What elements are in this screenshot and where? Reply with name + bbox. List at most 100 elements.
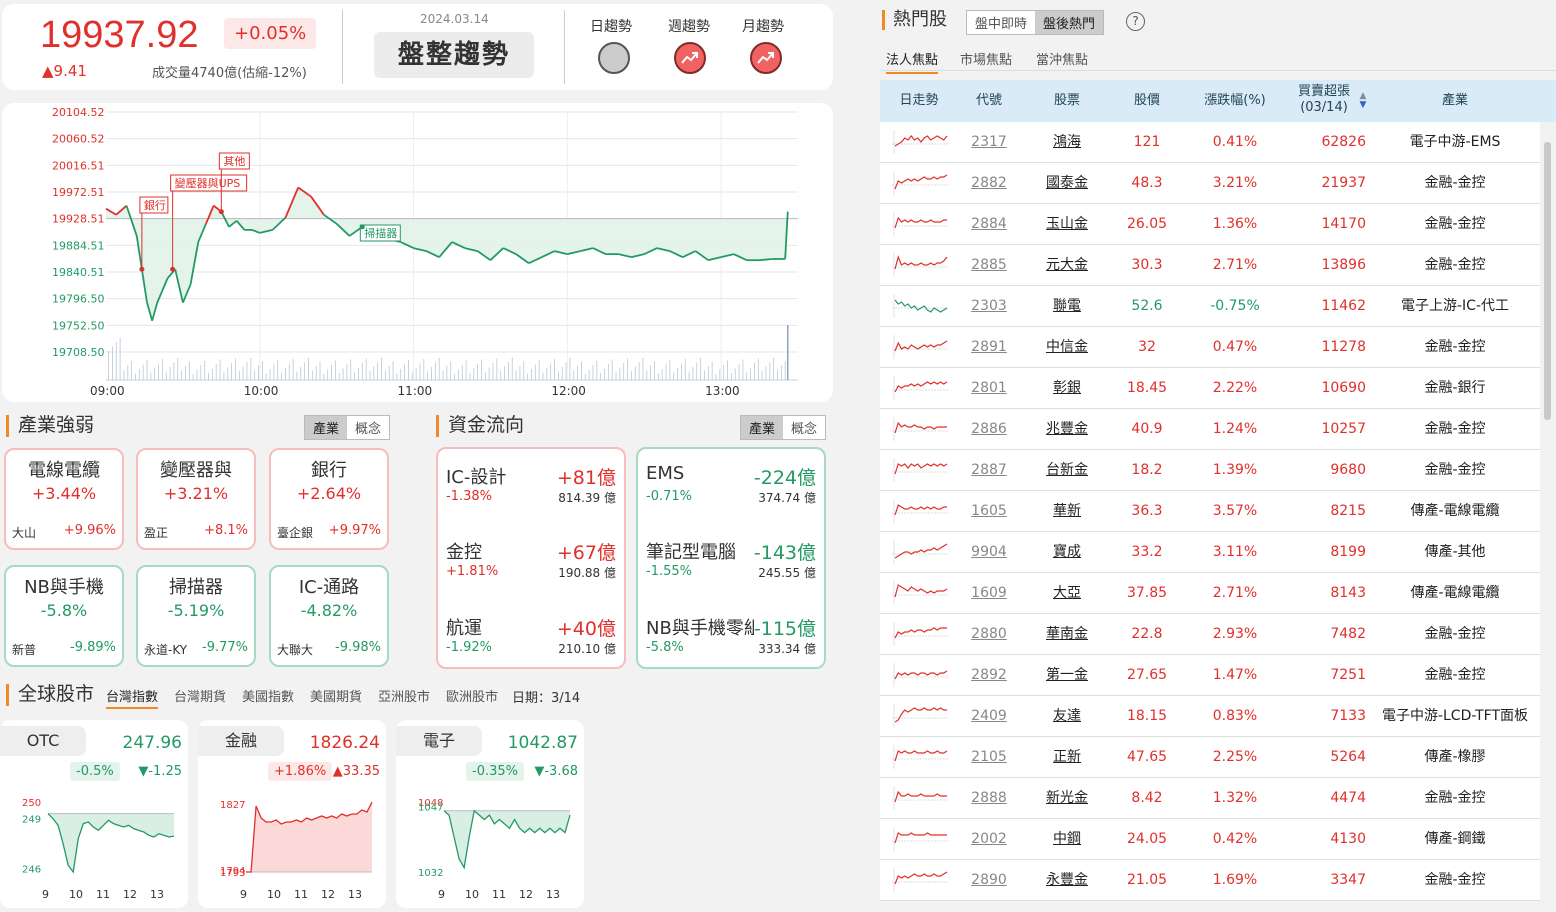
flow-seg-concept[interactable]: 概念 — [783, 416, 826, 439]
stock-name[interactable]: 友達 — [1024, 696, 1110, 736]
table-row[interactable]: 2886 兆豐金 40.9 1.24% 10257 金融-金控 — [880, 409, 1540, 450]
table-row[interactable]: 2882 國泰金 48.3 3.21% 21937 金融-金控 — [880, 163, 1540, 204]
tab-us-index[interactable]: 美國指數 — [242, 686, 294, 705]
industry-card[interactable]: 電線電纜 +3.44% 大山 +9.96% — [4, 448, 124, 550]
stock-industry: 傳產-鋼鐵 — [1424, 831, 1486, 847]
table-row[interactable]: 2885 元大金 30.3 2.71% 13896 金融-金控 — [880, 245, 1540, 286]
industry-seg-concept[interactable]: 概念 — [347, 416, 390, 439]
industry-card[interactable]: 變壓器與 +3.21% 盈正 +8.1% — [136, 448, 256, 550]
stock-name[interactable]: 中信金 — [1024, 327, 1110, 367]
flow-seg-industry[interactable]: 產業 — [741, 416, 784, 439]
tab-daytrade[interactable]: 當沖焦點 — [1036, 49, 1088, 68]
sparkline-line — [894, 421, 947, 434]
stock-code[interactable]: 2409 — [958, 696, 1020, 736]
industry-card[interactable]: IC-通路 -4.82% 大聯大 -9.98% — [269, 565, 389, 667]
stock-code[interactable]: 2887 — [958, 450, 1020, 490]
stock-name[interactable]: 寶成 — [1024, 532, 1110, 572]
stock-code[interactable]: 2880 — [958, 614, 1020, 654]
stock-code[interactable]: 2891 — [958, 327, 1020, 367]
tab-market[interactable]: 市場焦點 — [960, 49, 1012, 68]
tab-europe[interactable]: 歐洲股市 — [446, 686, 498, 705]
tab-us-futures[interactable]: 美國期貨 — [310, 686, 362, 705]
table-row[interactable]: 1609 大亞 37.85 2.71% 8143 傳產-電線電纜 — [880, 573, 1540, 614]
stock-code[interactable]: 2801 — [958, 368, 1020, 408]
industry-seg-industry[interactable]: 產業 — [305, 416, 348, 439]
stock-name[interactable]: 永豐金 — [1024, 860, 1110, 900]
scrollbar[interactable] — [1544, 142, 1551, 420]
outflow-card[interactable]: EMS -224億 -0.71% 374.74 億 筆記型電腦 -143億 -1… — [636, 447, 826, 669]
table-row[interactable]: 2880 華南金 22.8 2.93% 7482 金融-金控 — [880, 614, 1540, 655]
table-row[interactable]: 2303 聯電 52.6 -0.75% 11462 電子上游-IC-代工 — [880, 286, 1540, 327]
stock-code[interactable]: 2303 — [958, 286, 1020, 326]
stock-code[interactable]: 2886 — [958, 409, 1020, 449]
table-row[interactable]: 2409 友達 18.15 0.83% 7133 電子中游-LCD-TFT面板 — [880, 696, 1540, 737]
col-net[interactable]: 買賣超張 (03/14) — [1286, 84, 1362, 126]
stock-code[interactable]: 2317 — [958, 122, 1020, 162]
sort-arrows-icon[interactable]: ▲ ▼ — [1356, 92, 1370, 110]
table-row[interactable]: 2884 玉山金 26.05 1.36% 14170 金融-金控 — [880, 204, 1540, 245]
hot-seg-afterhours[interactable]: 盤後熱門 — [1035, 11, 1104, 34]
stock-code[interactable]: 2892 — [958, 655, 1020, 695]
stock-code[interactable]: 2890 — [958, 860, 1020, 900]
table-row[interactable]: 2892 第一金 27.65 1.47% 7251 金融-金控 — [880, 655, 1540, 696]
sparkline — [892, 540, 948, 564]
tab-tw-futures[interactable]: 台灣期貨 — [174, 686, 226, 705]
stock-name[interactable]: 華新 — [1024, 491, 1110, 531]
table-row[interactable]: 2801 彰銀 18.45 2.22% 10690 金融-銀行 — [880, 368, 1540, 409]
flow-name: NB與手機零組件 — [646, 618, 764, 639]
stock-code[interactable]: 1609 — [958, 573, 1020, 613]
table-row[interactable]: 1605 華新 36.3 3.57% 8215 傳產-電線電纜 — [880, 491, 1540, 532]
hot-seg-realtime[interactable]: 盤中即時 — [967, 11, 1036, 34]
stock-code[interactable]: 1605 — [958, 491, 1020, 531]
sparkline-line — [894, 543, 948, 559]
stock-name[interactable]: 第一金 — [1024, 655, 1110, 695]
industry-card[interactable]: 銀行 +2.64% 臺企銀 +9.97% — [269, 448, 389, 550]
stock-code[interactable]: 2105 — [958, 737, 1020, 777]
table-row[interactable]: 2888 新光金 8.42 1.32% 4474 金融-金控 — [880, 778, 1540, 819]
stock-name[interactable]: 華南金 — [1024, 614, 1110, 654]
index-card[interactable]: 電子 1042.87 -0.35% ▼-3.68 1048 1047 1032 9 10 11 12… — [396, 720, 584, 908]
stock-name[interactable]: 大亞 — [1024, 573, 1110, 613]
annotation-label: 掃描器 — [364, 226, 397, 240]
index-card[interactable]: OTC 247.96 -0.5% ▼-1.25 250 249 246 9 10 11 12 13 — [0, 720, 188, 908]
stock-code[interactable]: 2882 — [958, 163, 1020, 203]
stock-code[interactable]: 2002 — [958, 819, 1020, 859]
stock-code[interactable]: 2884 — [958, 204, 1020, 244]
stock-name[interactable]: 國泰金 — [1024, 163, 1110, 203]
stock-code[interactable]: 2888 — [958, 778, 1020, 818]
industry-card[interactable]: 掃描器 -5.19% 永道-KY -9.77% — [136, 565, 256, 667]
col-code: 代號 — [975, 93, 1002, 108]
table-row[interactable]: 2105 正新 47.65 2.25% 5264 傳產-橡膠 — [880, 737, 1540, 778]
stock-name[interactable]: 正新 — [1024, 737, 1110, 777]
table-row[interactable]: 2317 鴻海 121 0.41% 62826 電子中游-EMS — [880, 122, 1540, 163]
col-net-label: 買賣超張 — [1297, 84, 1350, 99]
stock-name[interactable]: 兆豐金 — [1024, 409, 1110, 449]
industry-card[interactable]: NB與手機 -5.8% 新普 -9.89% — [4, 565, 124, 667]
stock-name[interactable]: 中鋼 — [1024, 819, 1110, 859]
stock-code[interactable]: 9904 — [958, 532, 1020, 572]
y-tick-label: 1032 — [418, 868, 443, 879]
stock-name[interactable]: 聯電 — [1024, 286, 1110, 326]
index-card[interactable]: 金融 1826.24 +1.86% ▲33.35 1827 1794 1793 9 10 11 12… — [198, 720, 386, 908]
stock-price: 40.9 — [1131, 421, 1163, 437]
help-icon[interactable]: ? — [1126, 12, 1145, 31]
net-buy: 8215 — [1330, 503, 1366, 519]
stock-name[interactable]: 玉山金 — [1024, 204, 1110, 244]
stock-name[interactable]: 鴻海 — [1024, 122, 1110, 162]
stock-name[interactable]: 元大金 — [1024, 245, 1110, 285]
tab-asia[interactable]: 亞洲股市 — [378, 686, 430, 705]
stock-code[interactable]: 2885 — [958, 245, 1020, 285]
table-row[interactable]: 2891 中信金 32 0.47% 11278 金融-金控 — [880, 327, 1540, 368]
index-value: 1826.24 — [309, 733, 380, 753]
table-row[interactable]: 2890 永豐金 21.05 1.69% 3347 金融-金控 — [880, 860, 1540, 901]
stock-name[interactable]: 新光金 — [1024, 778, 1110, 818]
stock-name[interactable]: 台新金 — [1024, 450, 1110, 490]
tab-tw-index[interactable]: 台灣指數 — [106, 686, 159, 709]
table-row[interactable]: 9904 寶成 33.2 3.11% 8199 傳產-其他 — [880, 532, 1540, 573]
inflow-card[interactable]: IC-設計 +81億 -1.38% 814.39 億 金控 +67億 +1.81… — [436, 447, 626, 669]
table-row[interactable]: 2002 中鋼 24.05 0.42% 4130 傳產-鋼鐵 — [880, 819, 1540, 860]
intraday-chart[interactable]: 20104.52 20060.52 20016.51 19972.51 19928.51… — [2, 103, 833, 402]
stock-pct: 2.71% — [1212, 257, 1258, 273]
stock-name[interactable]: 彰銀 — [1024, 368, 1110, 408]
table-row[interactable]: 2887 台新金 18.2 1.39% 9680 金融-金控 — [880, 450, 1540, 491]
